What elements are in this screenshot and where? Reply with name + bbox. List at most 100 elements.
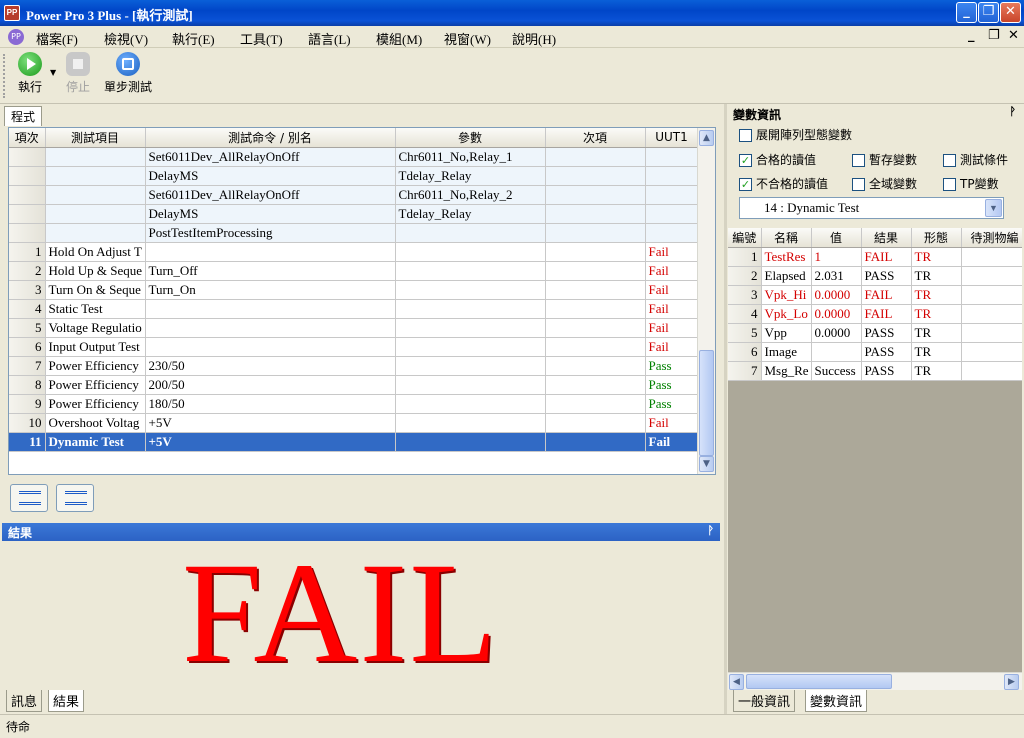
row-subitem[interactable] (545, 185, 646, 205)
var-row-result[interactable]: FAIL (861, 304, 912, 324)
row-command[interactable]: DelayMS (145, 166, 396, 186)
menu-help[interactable]: 說明(H) (512, 29, 556, 48)
var-col-no[interactable]: 編號 (728, 228, 762, 248)
row-test-item[interactable] (45, 166, 146, 186)
var-row-value[interactable]: 0.0000 (811, 304, 862, 324)
row-subitem[interactable] (545, 147, 646, 167)
stop-button[interactable]: 停止 (60, 52, 96, 95)
menu-file[interactable]: 檔案(F) (36, 29, 78, 48)
row-test-item[interactable]: Voltage Regulatio (45, 318, 146, 338)
row-command[interactable]: DelayMS (145, 204, 396, 224)
table-row[interactable]: Set6011Dev_AllRelayOnOff Chr6011_No,Relay… (9, 185, 699, 205)
row-param[interactable]: Chr6011_No,Relay_2 (395, 185, 546, 205)
table-row[interactable]: Set6011Dev_AllRelayOnOff Chr6011_No,Relay… (9, 147, 699, 167)
chevron-down-icon[interactable]: ▼ (985, 199, 1002, 217)
test-conditions-checkbox[interactable]: 測試條件 (943, 151, 1008, 168)
tab-general-info[interactable]: 一般資訊 (733, 690, 796, 712)
row-subitem[interactable] (545, 375, 646, 395)
row-index[interactable] (9, 223, 46, 243)
var-col-value[interactable]: 值 (811, 228, 862, 248)
menu-view[interactable]: 檢視(V) (104, 29, 148, 48)
var-row-name[interactable]: TestRes (761, 247, 812, 267)
row-index[interactable]: 5 (9, 318, 46, 338)
var-row-type[interactable]: TR (911, 247, 962, 267)
row-param[interactable] (395, 299, 546, 319)
col-header-item[interactable]: 測試項目 (45, 128, 146, 148)
row-index[interactable] (9, 204, 46, 224)
var-row-no[interactable]: 7 (728, 361, 762, 381)
variable-row[interactable]: 1 TestRes 1 FAIL TR (728, 247, 1022, 267)
row-uut1-result[interactable]: Fail (645, 337, 699, 357)
row-test-item[interactable] (45, 185, 146, 205)
menu-tools[interactable]: 工具(T) (240, 29, 283, 48)
var-row-name[interactable]: Vpp (761, 323, 812, 343)
pin-icon[interactable]: ᚹ (707, 524, 714, 537)
row-command[interactable] (145, 337, 396, 357)
close-button[interactable]: ✕ (1000, 2, 1021, 23)
row-index[interactable]: 8 (9, 375, 46, 395)
var-row-result[interactable]: PASS (861, 323, 912, 343)
run-dropdown-icon[interactable]: ▼ (50, 68, 56, 77)
var-row-type[interactable]: TR (911, 304, 962, 324)
row-param[interactable] (395, 413, 546, 433)
row-subitem[interactable] (545, 337, 646, 357)
var-row-uut[interactable] (961, 304, 1022, 324)
var-col-result[interactable]: 結果 (861, 228, 912, 248)
scroll-right-icon[interactable]: ▶ (1004, 674, 1019, 690)
menu-language[interactable]: 語言(L) (308, 29, 351, 48)
row-param[interactable] (395, 375, 546, 395)
row-subitem[interactable] (545, 299, 646, 319)
row-index[interactable]: 3 (9, 280, 46, 300)
minimize-button[interactable]: _ (956, 2, 977, 23)
var-row-value[interactable]: 1 (811, 247, 862, 267)
row-command[interactable] (145, 242, 396, 262)
row-uut1-result[interactable]: Fail (645, 413, 699, 433)
tab-results[interactable]: 結果 (48, 690, 85, 712)
step-test-button[interactable]: 單步測試 (98, 52, 158, 95)
row-index[interactable]: 11 (9, 432, 46, 452)
row-command[interactable]: 200/50 (145, 375, 396, 395)
var-row-uut[interactable] (961, 266, 1022, 286)
table-row[interactable]: 1 Hold On Adjust T Fail (9, 242, 699, 262)
var-row-value[interactable]: Success (811, 361, 862, 381)
table-row[interactable]: 9 Power Efficiency 180/50 Pass (9, 394, 699, 414)
row-param[interactable] (395, 394, 546, 414)
menu-execute[interactable]: 執行(E) (172, 29, 215, 48)
mdi-close-button[interactable]: ✕ (1008, 28, 1019, 43)
row-index[interactable] (9, 147, 46, 167)
row-uut1-result[interactable]: Fail (645, 432, 699, 452)
row-uut1-result[interactable]: Pass (645, 375, 699, 395)
mdi-minimize-button[interactable]: _ (968, 28, 975, 43)
var-row-result[interactable]: FAIL (861, 247, 912, 267)
test-item-select[interactable]: 14 : Dynamic Test ▼ (739, 197, 1004, 219)
var-row-name[interactable]: Elapsed (761, 266, 812, 286)
row-uut1-result[interactable]: Fail (645, 261, 699, 281)
row-test-item[interactable]: Static Test (45, 299, 146, 319)
row-test-item[interactable]: Power Efficiency (45, 394, 146, 414)
table-row[interactable]: 7 Power Efficiency 230/50 Pass (9, 356, 699, 376)
col-header-param[interactable]: 參數 (395, 128, 546, 148)
tab-program[interactable]: 程式 (4, 106, 43, 126)
row-param[interactable] (395, 223, 546, 243)
row-subitem[interactable] (545, 432, 646, 452)
row-uut1-result[interactable] (645, 147, 699, 167)
var-row-value[interactable]: 0.0000 (811, 285, 862, 305)
row-param[interactable] (395, 337, 546, 357)
var-row-no[interactable]: 4 (728, 304, 762, 324)
expand-array-checkbox[interactable]: 展開陣列型態變數 (739, 126, 852, 143)
var-row-no[interactable]: 3 (728, 285, 762, 305)
row-test-item[interactable]: Input Output Test (45, 337, 146, 357)
table-row[interactable]: 11 Dynamic Test +5V Fail (9, 432, 699, 452)
scroll-left-icon[interactable]: ◀ (729, 674, 744, 690)
document-icon[interactable]: PP (8, 29, 24, 45)
row-uut1-result[interactable] (645, 166, 699, 186)
var-row-result[interactable]: PASS (861, 361, 912, 381)
table-row[interactable]: 2 Hold Up & Seque Turn_Off Fail (9, 261, 699, 281)
var-row-uut[interactable] (961, 361, 1022, 381)
variable-row[interactable]: 4 Vpk_Lo 0.0000 FAIL TR (728, 304, 1022, 324)
row-uut1-result[interactable]: Pass (645, 394, 699, 414)
table-row[interactable]: 8 Power Efficiency 200/50 Pass (9, 375, 699, 395)
var-row-name[interactable]: Vpk_Hi (761, 285, 812, 305)
table-row[interactable]: 3 Turn On & Seque Turn_On Fail (9, 280, 699, 300)
row-test-item[interactable]: Dynamic Test (45, 432, 146, 452)
